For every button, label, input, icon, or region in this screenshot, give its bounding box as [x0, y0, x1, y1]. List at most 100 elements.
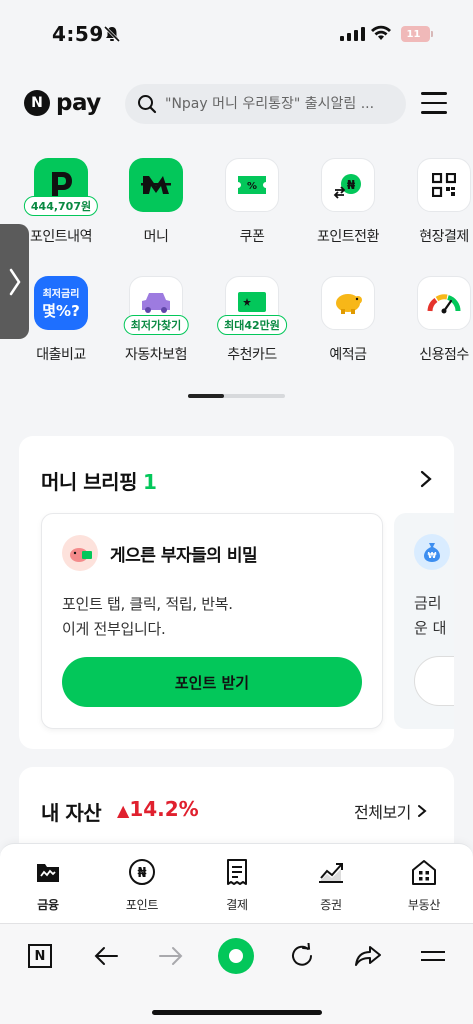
- assets-title: 내 자산: [41, 801, 102, 825]
- briefing-title-text: 머니 브리핑: [41, 470, 137, 494]
- search-icon: [138, 95, 157, 114]
- tab-payment[interactable]: 결제: [202, 858, 272, 913]
- loan-tile-line1: 최저금리: [42, 289, 80, 300]
- logo-text: pay: [56, 90, 101, 116]
- briefing-body-line: 포인트 탭, 클릭, 적립, 반복.: [62, 595, 233, 613]
- car-insurance-badge: 최저가찾기: [123, 315, 189, 335]
- quick-item-credit-score[interactable]: 신용점수: [396, 276, 473, 364]
- quick-item-savings[interactable]: 예적금: [300, 276, 396, 364]
- npay-logo[interactable]: N pay: [24, 90, 101, 116]
- assets-change: ▲14.2%: [117, 797, 199, 821]
- real-estate-icon: [412, 860, 436, 885]
- quick-item-money[interactable]: 머니: [108, 158, 204, 246]
- svg-text:₦: ₦: [137, 866, 146, 881]
- arrow-left-icon: [94, 947, 118, 965]
- tab-label: 포인트: [125, 898, 159, 912]
- points-p-icon: 444,707원: [23, 158, 99, 216]
- piggy-bank-icon: [321, 276, 375, 330]
- search-input[interactable]: [165, 96, 405, 112]
- quick-item-recommended-card[interactable]: 최대42만원 추천카드: [204, 276, 300, 364]
- quick-label: 머니: [143, 229, 169, 245]
- naver-home-button[interactable]: N: [22, 938, 58, 974]
- header: N pay: [0, 80, 473, 130]
- forward-button[interactable]: [153, 938, 189, 974]
- briefing-item-title: 게으른 부자들의 비밀: [110, 546, 258, 566]
- peek-button[interactable]: [414, 656, 454, 706]
- quick-label: 쿠폰: [239, 229, 265, 245]
- quick-label: 신용점수: [419, 347, 469, 363]
- back-button[interactable]: [88, 938, 124, 974]
- tab-real-estate[interactable]: 부동산: [389, 858, 459, 913]
- peek-line: 금리: [414, 594, 442, 612]
- briefing-title[interactable]: 머니 브리핑 1: [41, 466, 157, 495]
- green-dot-icon: [218, 938, 254, 974]
- bottom-tab-bar: 금융 ₦ 포인트 결제 증권 부동산: [0, 843, 473, 923]
- refresh-icon: [292, 943, 312, 966]
- quick-label: 예적금: [329, 347, 367, 363]
- quick-label: 현장결제: [419, 229, 469, 245]
- green-dot-button[interactable]: [218, 938, 254, 974]
- briefing-item-next[interactable]: ₩ 금리 운 대: [394, 513, 454, 729]
- home-indicator: [152, 1010, 322, 1015]
- card-recommend-icon: 최대42만원: [217, 276, 287, 335]
- search-bar[interactable]: [125, 84, 406, 124]
- refresh-button[interactable]: [284, 938, 320, 974]
- stock-chart-icon: [319, 863, 343, 883]
- quick-item-car-insurance[interactable]: 최저가찾기 자동차보험: [108, 276, 204, 364]
- chevron-right-icon: [418, 805, 428, 817]
- credit-gauge-icon: [417, 276, 471, 330]
- loan-tile-line2: 몇%?: [42, 302, 80, 320]
- naver-n-icon: N: [28, 944, 52, 968]
- wifi-icon: [371, 25, 391, 40]
- points-balance-badge: 444,707원: [23, 196, 99, 216]
- arrow-right-icon: [159, 947, 183, 965]
- view-all-link[interactable]: 전체보기: [354, 799, 428, 823]
- bell-off-icon: [103, 25, 121, 43]
- peek-line: 운 대: [414, 619, 447, 637]
- svg-text:₩: ₩: [428, 551, 437, 560]
- share-arrow-icon: [355, 946, 381, 966]
- chevron-right-icon: [9, 268, 21, 295]
- side-panel-handle[interactable]: [0, 224, 29, 339]
- briefing-item[interactable]: 게으른 부자들의 비밀 포인트 탭, 클릭, 적립, 반복. 이게 전부입니다.…: [41, 513, 383, 729]
- quick-label: 자동차보험: [125, 347, 187, 363]
- menu-lines-icon: [421, 951, 445, 961]
- chevron-right-icon[interactable]: [419, 470, 433, 488]
- point-coin-icon: ₦: [129, 859, 155, 885]
- status-time: 4:59: [52, 22, 104, 46]
- money-m-icon: [129, 158, 183, 212]
- get-points-button[interactable]: 포인트 받기: [62, 657, 362, 707]
- battery-level: 11: [406, 28, 421, 40]
- svg-text:₦: ₦: [347, 178, 356, 192]
- quick-item-onsite-payment[interactable]: 현장결제: [396, 158, 473, 246]
- battery-indicator: 11: [401, 26, 433, 42]
- quick-menu-page-indicator: [188, 394, 285, 398]
- tab-points[interactable]: ₦ 포인트: [107, 858, 177, 913]
- quick-label: 추천카드: [227, 347, 277, 363]
- coupon-icon: %: [225, 158, 279, 212]
- hamburger-menu-icon[interactable]: [421, 92, 447, 116]
- briefing-peek-text: 금리 운 대: [414, 591, 446, 641]
- money-briefing-card: 머니 브리핑 1 게으른 부자들의 비밀 포인트 탭, 클릭, 적립, 반복. 이…: [19, 436, 454, 749]
- triangle-up-icon: ▲: [117, 801, 130, 820]
- quick-item-coupon[interactable]: % 쿠폰: [204, 158, 300, 246]
- tab-label: 부동산: [407, 898, 441, 912]
- quick-label: 대출비교: [36, 347, 86, 363]
- cell-signal-icon: [340, 27, 365, 41]
- briefing-count: 1: [142, 470, 157, 494]
- piggy-avatar-icon: [62, 535, 98, 571]
- money-bag-icon: ₩: [414, 534, 450, 570]
- status-bar: 4:59 11: [0, 0, 473, 70]
- browser-menu-button[interactable]: [415, 938, 451, 974]
- quick-item-point-exchange[interactable]: ₦ 포인트전환: [300, 158, 396, 246]
- svg-text:%: %: [247, 181, 257, 192]
- tab-stocks[interactable]: 증권: [296, 858, 366, 913]
- tab-finance[interactable]: 금융: [13, 858, 83, 913]
- logo-badge: N: [24, 90, 50, 116]
- browser-toolbar: N: [0, 923, 473, 1024]
- tab-label: 금융: [37, 898, 59, 912]
- share-button[interactable]: [350, 938, 386, 974]
- recommended-card-badge: 최대42만원: [217, 315, 287, 335]
- loan-compare-icon: 최저금리 몇%?: [34, 276, 88, 330]
- tab-label: 증권: [320, 898, 342, 912]
